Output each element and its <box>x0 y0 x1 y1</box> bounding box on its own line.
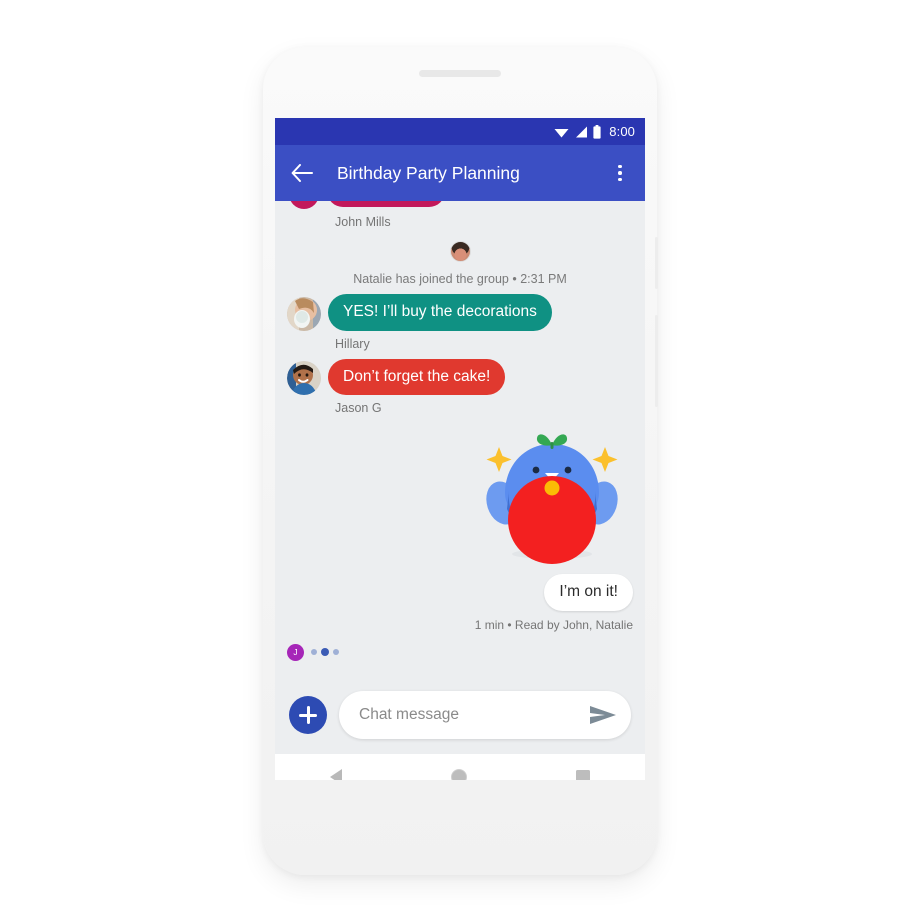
volume-button[interactable] <box>655 237 658 289</box>
message-bubble[interactable]: YES! I’ll buy the decorations <box>328 294 552 331</box>
jason-avatar-photo <box>287 361 321 396</box>
group-join-event: Natalie has joined the group • 2:31 PM <box>287 241 633 286</box>
dot <box>321 648 329 657</box>
overflow-menu-button[interactable] <box>609 160 631 186</box>
back-button[interactable] <box>289 160 315 186</box>
typing-indicator: J <box>287 643 633 661</box>
dot <box>618 164 622 169</box>
dot <box>333 649 339 656</box>
phone-device: 8:00 Birthday Party Planning John Mills … <box>263 47 658 875</box>
message-list[interactable]: John Mills Natalie has joined the group … <box>275 201 645 677</box>
battery-icon <box>593 124 601 139</box>
outgoing-message-row: I’m on it! <box>287 574 633 611</box>
chat-input[interactable] <box>357 705 589 725</box>
join-event-text: Natalie has joined the group • 2:31 PM <box>353 272 567 286</box>
page-title: Birthday Party Planning <box>337 162 520 183</box>
message-bubble[interactable]: I’m on it! <box>544 574 633 611</box>
message-sender-name: Jason G <box>335 401 382 416</box>
cell-signal-icon <box>576 126 588 137</box>
read-receipt: 1 min • Read by John, Natalie <box>474 617 633 632</box>
wifi-icon <box>554 128 569 137</box>
message-sender-name: John Mills <box>335 215 391 229</box>
dot <box>311 649 317 656</box>
natalie-avatar <box>449 241 471 262</box>
app-bar: Birthday Party Planning <box>275 145 645 201</box>
nav-recents-button[interactable] <box>576 770 591 780</box>
send-icon <box>590 706 616 724</box>
typing-dots <box>311 648 339 657</box>
message-row: Don’t forget the cake! <box>287 358 633 396</box>
chat-input-container[interactable] <box>339 691 631 739</box>
status-bar-clock: 8:00 <box>609 124 635 139</box>
compose-bar <box>275 677 645 753</box>
dot <box>618 171 622 175</box>
message-bubble[interactable]: Don’t forget the cake! <box>328 358 506 396</box>
message-row: YES! I’ll buy the decorations <box>287 294 633 331</box>
dot <box>618 177 622 182</box>
status-bar: 8:00 <box>275 118 645 145</box>
phone-screen: 8:00 Birthday Party Planning John Mills … <box>275 118 645 780</box>
back-triangle-icon <box>329 769 342 780</box>
nav-home-button[interactable] <box>450 769 467 780</box>
home-circle-icon <box>450 769 467 780</box>
recents-square-icon <box>576 770 591 780</box>
blue-blob-with-red-balloon-sticker <box>486 434 618 565</box>
message-sender-name: Hillary <box>335 336 370 351</box>
nav-back-button[interactable] <box>329 769 342 780</box>
add-attachment-button[interactable] <box>289 696 327 734</box>
status-icons <box>554 124 601 139</box>
message-bubble <box>327 201 445 207</box>
plus-icon <box>299 706 317 724</box>
avatar[interactable] <box>287 296 321 331</box>
avatar <box>289 201 319 209</box>
clipped-message-row <box>287 201 633 209</box>
back-arrow-icon <box>291 164 313 182</box>
power-button[interactable] <box>655 315 658 407</box>
avatar[interactable] <box>287 361 321 396</box>
typing-avatar: J <box>287 643 304 661</box>
send-button[interactable] <box>589 704 617 726</box>
android-navigation-bar <box>275 753 645 780</box>
sticker-message[interactable] <box>287 425 633 570</box>
hillary-avatar-photo <box>287 296 321 331</box>
earpiece-speaker <box>419 70 501 77</box>
screenshot-canvas: 8:00 Birthday Party Planning John Mills … <box>0 0 920 920</box>
